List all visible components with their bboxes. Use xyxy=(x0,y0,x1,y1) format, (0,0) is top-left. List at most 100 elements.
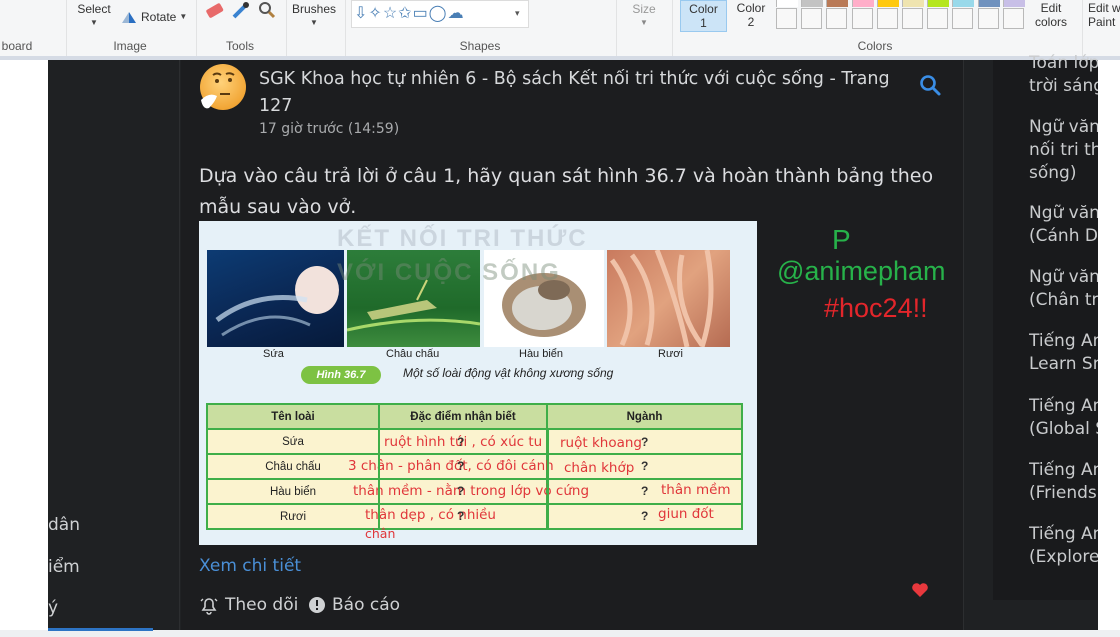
caption-ragworm: Rươi xyxy=(658,348,683,360)
course-link-text: nối tri th xyxy=(1029,140,1098,160)
sidebar-item[interactable]: dân xyxy=(48,515,80,535)
course-link[interactable]: Tiếng An (Explore xyxy=(1029,523,1098,569)
course-link[interactable]: Toán lớp trời sáng xyxy=(1029,52,1098,98)
select-button[interactable]: Select ▼ xyxy=(74,2,114,30)
swatch-color xyxy=(852,0,874,7)
species-cell: Sứa xyxy=(206,428,380,455)
palette-empty-swatch[interactable] xyxy=(927,8,949,29)
course-link[interactable]: Ngữ văn nối tri th sống) xyxy=(1029,116,1098,185)
placeholder-mark: ? xyxy=(641,484,649,498)
shapes-more-icon[interactable]: ▾ xyxy=(515,8,520,19)
course-link-text: Ngữ văn xyxy=(1029,267,1098,287)
course-link-text: Ngữ văn xyxy=(1029,117,1098,137)
course-link-text: trời sáng xyxy=(1029,76,1098,96)
heart-icon[interactable] xyxy=(911,582,929,598)
palette-swatch[interactable] xyxy=(952,0,975,7)
watermark-line-1: KẾT NỐI TRI THỨC xyxy=(337,225,588,252)
course-link[interactable]: Ngữ văn (Cánh D xyxy=(1029,202,1098,248)
sidebar-item[interactable]: iểm xyxy=(48,557,80,577)
swatch-color xyxy=(928,0,950,7)
palette-swatch[interactable] xyxy=(1002,0,1025,7)
paint-ribbon: board Select ▼ Rotate ▼ Image Tools Brus… xyxy=(0,0,1120,58)
canvas-margin-right xyxy=(1098,60,1120,637)
edit-paint-label-1: Edit w xyxy=(1088,1,1120,15)
palette-empty-swatch[interactable] xyxy=(1002,8,1024,29)
brushes-button[interactable]: Brushes ▼ xyxy=(290,2,338,30)
answer-feature-ragworm: thân dẹp , có nhiều xyxy=(365,507,496,523)
edit-with-paint3d-button[interactable]: Edit w Paint xyxy=(1088,1,1120,29)
palette-swatch[interactable] xyxy=(776,0,798,7)
eraser-icon[interactable] xyxy=(204,2,226,20)
course-link[interactable]: Tiếng An Learn Sm xyxy=(1029,330,1098,376)
placeholder-mark: ? xyxy=(457,435,465,449)
swatch-color xyxy=(903,0,924,7)
swatch-color xyxy=(953,0,975,7)
palette-swatch[interactable] xyxy=(876,0,899,7)
figure-badge: Hình 36.7 xyxy=(301,366,381,384)
avatar-thinking-emoji xyxy=(200,64,246,110)
swatch-color xyxy=(978,0,1000,7)
palette-swatch[interactable] xyxy=(977,0,1000,7)
palette-swatch[interactable] xyxy=(927,0,950,7)
edit-colors-label-1: Edit xyxy=(1040,1,1062,15)
view-details-link[interactable]: Xem chi tiết xyxy=(199,556,301,576)
ragworm-photo xyxy=(607,249,730,348)
palette-empty-swatch[interactable] xyxy=(776,8,797,29)
bell-icon xyxy=(200,598,218,615)
color2-button[interactable]: Color 2 xyxy=(730,1,772,29)
palette-empty-swatch[interactable] xyxy=(876,8,898,29)
rotate-label: Rotate xyxy=(141,10,177,24)
palette-swatch[interactable] xyxy=(851,0,874,7)
table-header: Tên loài xyxy=(206,403,380,430)
palette-empty-swatch[interactable] xyxy=(826,8,848,29)
thinking-face-icon xyxy=(201,72,235,109)
course-link-text: (Friends xyxy=(1029,483,1097,503)
annotation-letter: P xyxy=(832,224,851,255)
color2-number: 2 xyxy=(747,15,755,29)
swatch-color xyxy=(802,0,824,7)
group-label-shapes: Shapes xyxy=(459,39,501,53)
rotate-button[interactable]: Rotate ▼ xyxy=(120,10,187,24)
report-button[interactable]: Báo cáo xyxy=(308,595,400,615)
palette-empty-swatch[interactable] xyxy=(977,8,999,29)
palette-swatch[interactable] xyxy=(902,0,924,7)
horizontal-scrollbar[interactable] xyxy=(0,630,1120,637)
color1-number: 1 xyxy=(700,16,707,30)
follow-button[interactable]: Theo dõi xyxy=(199,595,298,615)
course-link[interactable]: Tiếng An (Friends xyxy=(1029,459,1098,505)
size-button[interactable]: Size ▼ xyxy=(630,2,658,30)
swatch-color xyxy=(877,0,899,7)
palette-empty-swatch[interactable] xyxy=(851,8,873,29)
table-line-overlay xyxy=(547,430,549,530)
chevron-down-icon: ▼ xyxy=(640,18,648,27)
palette-empty-swatch[interactable] xyxy=(952,8,974,29)
edit-colors-button[interactable]: Edit colors xyxy=(1032,1,1070,29)
course-link-text: (Explore xyxy=(1029,547,1098,567)
palette-swatch[interactable] xyxy=(826,0,849,7)
course-link-text: sống) xyxy=(1029,163,1077,183)
course-link[interactable]: Tiếng An (Global S xyxy=(1029,395,1098,441)
caption-grasshopper: Châu chấu xyxy=(386,348,440,360)
palette-swatch[interactable] xyxy=(801,0,824,7)
sidebar-item[interactable]: ý xyxy=(48,598,58,618)
course-link-text: Tiếng An xyxy=(1029,331,1098,351)
species-cell: Rươi xyxy=(206,503,380,530)
palette-empty-swatch[interactable] xyxy=(801,8,823,29)
color1-label: Color xyxy=(689,2,718,16)
canvas-margin-left xyxy=(0,60,48,637)
table-line-overlay xyxy=(378,430,380,530)
shapes-gallery[interactable]: ⇩✧☆✩▭◯☁ xyxy=(351,0,529,28)
swatch-color xyxy=(777,0,798,7)
color2-label: Color xyxy=(736,1,766,15)
edit-paint-label-2: Paint xyxy=(1088,15,1116,29)
color-picker-icon[interactable] xyxy=(231,0,251,20)
search-icon[interactable] xyxy=(918,73,942,97)
group-label-clipboard: board xyxy=(1,39,33,53)
chevron-down-icon: ▼ xyxy=(90,18,98,27)
color1-button[interactable]: Color 1 xyxy=(680,0,727,32)
magnifier-icon[interactable] xyxy=(257,0,277,20)
course-link[interactable]: Ngữ văn (Chân tr xyxy=(1029,266,1098,312)
palette-empty-swatch[interactable] xyxy=(902,8,923,29)
placeholder-mark: ? xyxy=(457,484,465,498)
post-title[interactable]: SGK Khoa học tự nhiên 6 - Bộ sách Kết nố… xyxy=(259,66,899,120)
